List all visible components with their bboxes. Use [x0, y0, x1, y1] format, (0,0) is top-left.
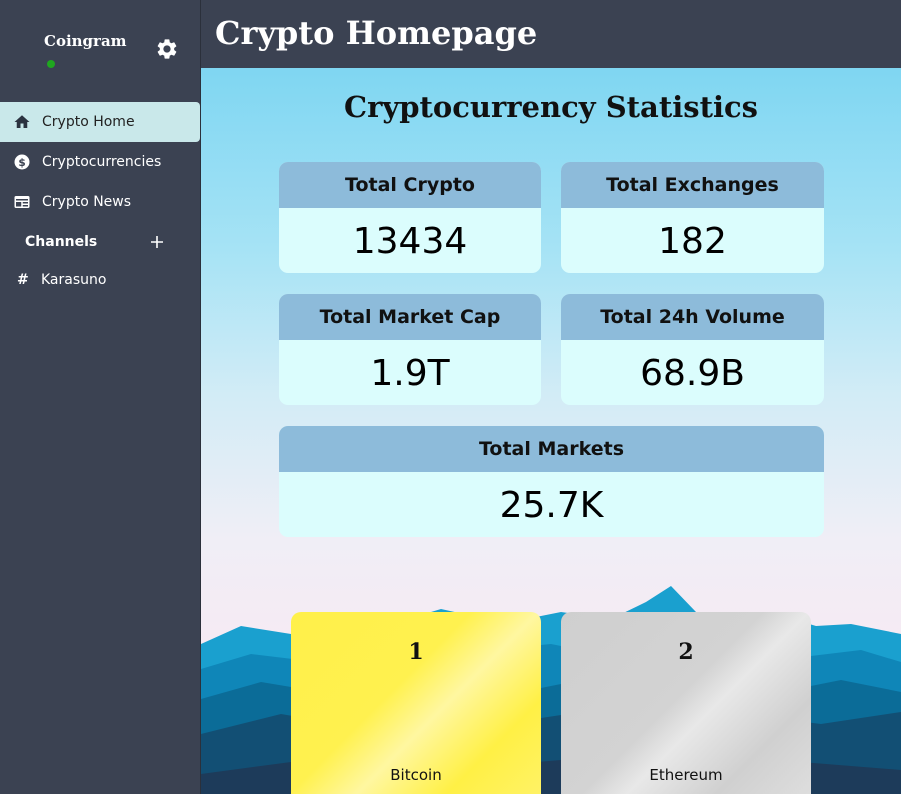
stat-card-value: 68.9B	[640, 352, 745, 394]
stat-card-label: Total Exchanges	[561, 162, 824, 208]
stat-card-total-markets: Total Markets 25.7K	[279, 426, 824, 537]
coin-rank: 2	[678, 639, 694, 665]
coin-name: Bitcoin	[390, 766, 442, 784]
sidebar-item-label: Crypto Home	[42, 114, 135, 130]
sidebar-item-label: Crypto News	[42, 194, 132, 210]
top-header: Crypto Homepage	[201, 0, 901, 68]
gear-icon[interactable]	[155, 37, 179, 61]
channel-item-karasuno[interactable]: # Karasuno	[0, 268, 200, 292]
channels-header: Channels	[25, 230, 165, 254]
stat-card-total-crypto: Total Crypto 13434	[279, 162, 541, 273]
stat-card-total-24h-volume: Total 24h Volume 68.9B	[561, 294, 824, 405]
coin-name: Ethereum	[649, 766, 723, 784]
coin-rank: 1	[408, 639, 424, 665]
home-icon	[12, 112, 32, 132]
stat-card-value: 1.9T	[370, 352, 450, 394]
svg-text:$: $	[18, 157, 25, 169]
dollar-icon: $	[12, 152, 32, 172]
sidebar-item-crypto-news[interactable]: Crypto News	[0, 182, 200, 222]
sidebar: Coingram Crypto Home $ Cryptocurrencies …	[0, 0, 201, 794]
hash-icon: #	[17, 272, 29, 288]
stat-card-total-exchanges: Total Exchanges 182	[561, 162, 824, 273]
channels-label: Channels	[25, 234, 98, 250]
online-status-dot	[47, 60, 55, 68]
stat-card-label: Total Market Cap	[279, 294, 541, 340]
add-channel-icon[interactable]	[149, 234, 165, 250]
sidebar-item-cryptocurrencies[interactable]: $ Cryptocurrencies	[0, 142, 200, 182]
main-content: Cryptocurrency Statistics Total Crypto 1…	[201, 68, 901, 794]
brand-name: Coingram	[44, 32, 127, 50]
sidebar-item-label: Cryptocurrencies	[42, 154, 162, 170]
stat-card-label: Total Markets	[279, 426, 824, 472]
stat-card-label: Total Crypto	[279, 162, 541, 208]
sidebar-item-crypto-home[interactable]: Crypto Home	[0, 102, 200, 142]
page-title: Crypto Homepage	[215, 14, 538, 52]
coin-card-ethereum[interactable]: 2 Ethereum	[561, 612, 811, 794]
stat-card-value: 182	[658, 220, 727, 262]
stat-card-total-market-cap: Total Market Cap 1.9T	[279, 294, 541, 405]
news-icon	[12, 192, 32, 212]
stat-card-label: Total 24h Volume	[561, 294, 824, 340]
stat-card-value: 25.7K	[499, 484, 604, 526]
statistics-title: Cryptocurrency Statistics	[344, 90, 758, 124]
coin-card-bitcoin[interactable]: 1 Bitcoin	[291, 612, 541, 794]
channel-label: Karasuno	[41, 272, 107, 288]
stat-card-value: 13434	[352, 220, 468, 262]
